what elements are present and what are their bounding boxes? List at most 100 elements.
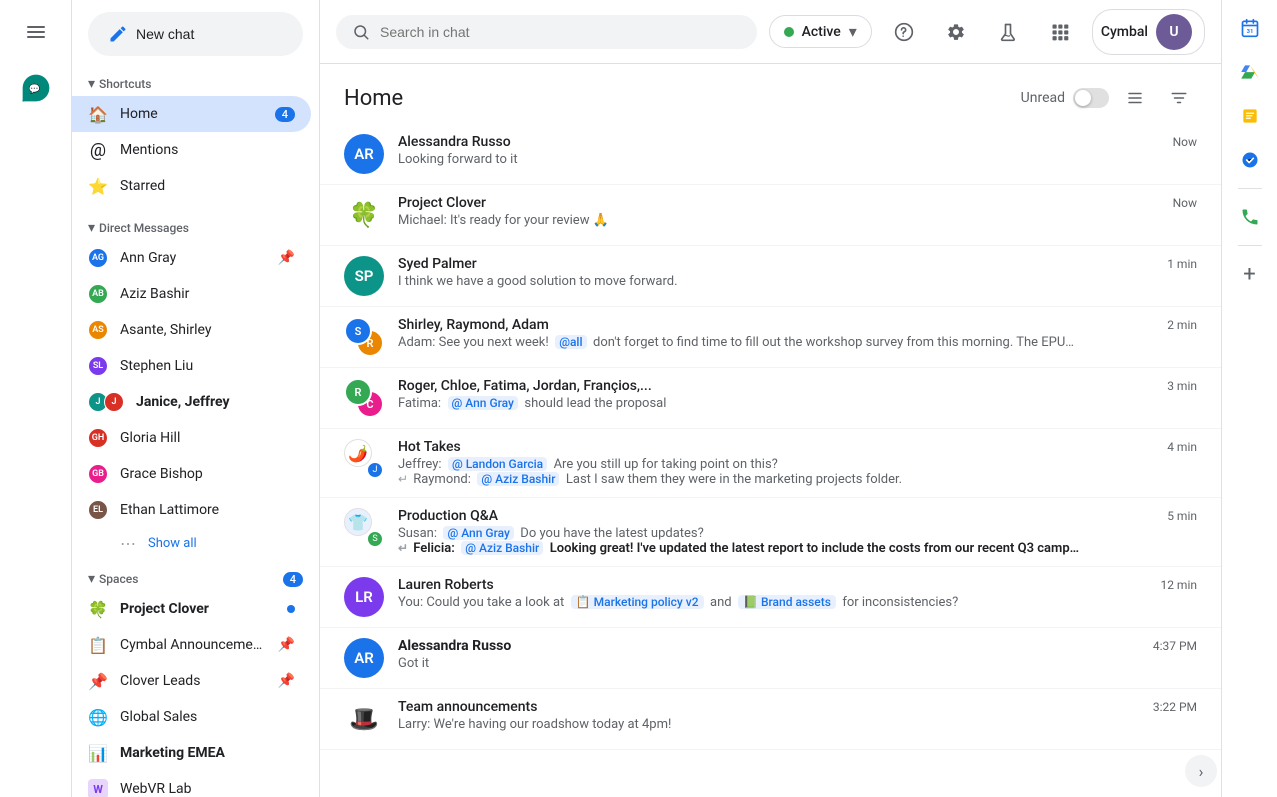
search-bar[interactable] [336, 15, 757, 49]
filter-button[interactable] [1161, 80, 1197, 116]
shortcuts-header[interactable]: ▾ Shortcuts [72, 68, 319, 96]
sidebar-item-marketing-emea[interactable]: 📊 Marketing EMEA [72, 735, 311, 771]
avatar: AB [88, 284, 108, 304]
chat-body: Alessandra Russo 4:37 PM Got it [398, 638, 1197, 671]
avatar: AS [88, 320, 108, 340]
chat-item[interactable]: R C Roger, Chloe, Fatima, Jordan, Françi… [320, 368, 1221, 429]
home-actions: Unread [1021, 80, 1197, 116]
shortcuts-chevron: ▾ [88, 76, 95, 92]
chat-body: Roger, Chloe, Fatima, Jordan, Françios,.… [398, 378, 1197, 411]
sidebar-item-clover-leads[interactable]: 📌 Clover Leads 📌 [72, 663, 311, 699]
chat-item[interactable]: 🍀 Project Clover Now Michael: It's ready… [320, 185, 1221, 246]
sidebar-item-starred[interactable]: ⭐ Starred [72, 168, 311, 204]
chat-item[interactable]: SP Syed Palmer 1 min I think we have a g… [320, 246, 1221, 307]
dm-header[interactable]: ▾ Direct Messages [72, 212, 319, 240]
add-app-button[interactable]: + [1230, 254, 1270, 294]
unread-toggle-area: Unread [1021, 88, 1109, 108]
avatar: GH [88, 428, 108, 448]
sidebar-item-gloria-hill[interactable]: GH Gloria Hill [72, 420, 311, 456]
space-group-avatar: 🌶️ J [344, 439, 384, 479]
sidebar-item-mentions[interactable]: @ Mentions [72, 132, 311, 168]
svg-text:31: 31 [1246, 29, 1253, 35]
show-all-icon: ⋯ [120, 534, 136, 553]
project-clover-icon: 🍀 [88, 599, 108, 619]
dm-chevron: ▾ [88, 220, 95, 236]
sidebar-item-global-sales[interactable]: 🌐 Global Sales [72, 699, 311, 735]
calendar-app-icon[interactable]: 31 [1230, 8, 1270, 48]
home-icon: 🏠 [88, 104, 108, 124]
user-avatar: U [1156, 14, 1192, 50]
chat-list: AR Alessandra Russo Now Looking forward … [320, 124, 1221, 797]
sidebar-item-aziz-bashir[interactable]: AB Aziz Bashir [72, 276, 311, 312]
main-area: Active ▾ [320, 0, 1221, 797]
chat-item[interactable]: S R Shirley, Raymond, Adam 2 min Adam: S… [320, 307, 1221, 368]
space-avatar: 🍀 [344, 195, 384, 235]
left-nav: 💬 [0, 0, 72, 797]
unread-toggle[interactable] [1073, 88, 1109, 108]
topbar: Active ▾ [320, 0, 1221, 64]
avatar: GB [88, 464, 108, 484]
chat-body: Team announcements 3:22 PM Larry: We're … [398, 699, 1197, 732]
cymbal-icon: 📋 [88, 635, 108, 655]
sidebar-item-ann-gray[interactable]: AG Ann Gray 📌 [72, 240, 311, 276]
status-dot [784, 27, 794, 37]
sidebar-item-stephen-liu[interactable]: SL Stephen Liu [72, 348, 311, 384]
chat-body: Syed Palmer 1 min I think we have a good… [398, 256, 1197, 289]
spaces-chevron: ▾ [88, 571, 95, 587]
apps-button[interactable] [1040, 12, 1080, 52]
chat-item[interactable]: AR Alessandra Russo Now Looking forward … [320, 124, 1221, 185]
sidebar-item-grace-bishop[interactable]: GB Grace Bishop [72, 456, 311, 492]
chat-item[interactable]: LR Lauren Roberts 12 min You: Could you … [320, 567, 1221, 628]
chat-body: Alessandra Russo Now Looking forward to … [398, 134, 1197, 167]
drive-app-icon[interactable] [1230, 52, 1270, 92]
avatar: AR [344, 638, 384, 678]
avatar: SL [88, 356, 108, 376]
doc-link[interactable]: 📋 Marketing policy v2 [571, 595, 704, 609]
sidebar-item-project-clover[interactable]: 🍀 Project Clover [72, 591, 311, 627]
cymbal-account-button[interactable]: Cymbal U [1092, 9, 1205, 55]
chevron-down-icon: ▾ [849, 22, 857, 41]
search-input[interactable] [380, 24, 741, 40]
chat-item[interactable]: AR Alessandra Russo 4:37 PM Got it [320, 628, 1221, 689]
marketing-emea-icon: 📊 [88, 743, 108, 763]
help-button[interactable] [884, 12, 924, 52]
sidebar-item-asante-shirley[interactable]: AS Asante, Shirley [72, 312, 311, 348]
toggle-knob [1075, 90, 1091, 106]
scroll-right-button[interactable]: › [1185, 755, 1217, 787]
avatar-group: J J [88, 392, 124, 412]
chat-item[interactable]: 🎩 Team announcements 3:22 PM Larry: We'r… [320, 689, 1221, 750]
labs-button[interactable] [988, 12, 1028, 52]
phone-app-icon[interactable] [1230, 197, 1270, 237]
avatar: J [104, 392, 124, 412]
google-chat-logo[interactable]: 💬 [12, 64, 60, 112]
avatar: SP [344, 256, 384, 296]
group-avatar: R C [344, 378, 384, 418]
spaces-header[interactable]: ▾ Spaces 4 [72, 563, 319, 591]
sidebar-item-webvr-lab[interactable]: W WebVR Lab [72, 771, 311, 797]
new-chat-button[interactable]: New chat [88, 12, 303, 56]
space-avatar: 🎩 [344, 699, 384, 739]
home-area: Home Unread [320, 64, 1221, 797]
doc-link[interactable]: 📗 Brand assets [738, 595, 836, 609]
reply-arrow-icon: ↵ [398, 541, 408, 555]
chat-body: Shirley, Raymond, Adam 2 min Adam: See y… [398, 317, 1197, 350]
keep-app-icon[interactable] [1230, 96, 1270, 136]
hamburger-menu[interactable] [12, 8, 60, 56]
space-group-avatar: 👕 S [344, 508, 384, 548]
list-view-button[interactable] [1117, 80, 1153, 116]
webvr-icon: W [88, 779, 108, 797]
chat-item[interactable]: 👕 S Production Q&A 5 min Susan: @ Ann Gr… [320, 498, 1221, 567]
status-button[interactable]: Active ▾ [769, 15, 872, 48]
sidebar-item-home[interactable]: 🏠 Home 4 [72, 96, 311, 132]
tasks-app-icon[interactable] [1230, 140, 1270, 180]
clover-leads-icon: 📌 [88, 671, 108, 691]
chat-body: Project Clover Now Michael: It's ready f… [398, 195, 1197, 228]
sidebar-item-cymbal-announcements[interactable]: 📋 Cymbal Announcements 📌 [72, 627, 311, 663]
sidebar-item-ethan-lattimore[interactable]: EL Ethan Lattimore [72, 492, 311, 528]
settings-button[interactable] [936, 12, 976, 52]
dm-show-all[interactable]: ⋯ Show all [72, 528, 319, 559]
sidebar-item-janice-jeffrey[interactable]: J J Janice, Jeffrey [72, 384, 311, 420]
panel-divider-2 [1238, 245, 1262, 246]
group-avatar: S R [344, 317, 384, 357]
chat-item[interactable]: 🌶️ J Hot Takes 4 min Jeffrey: @ Landon G… [320, 429, 1221, 498]
